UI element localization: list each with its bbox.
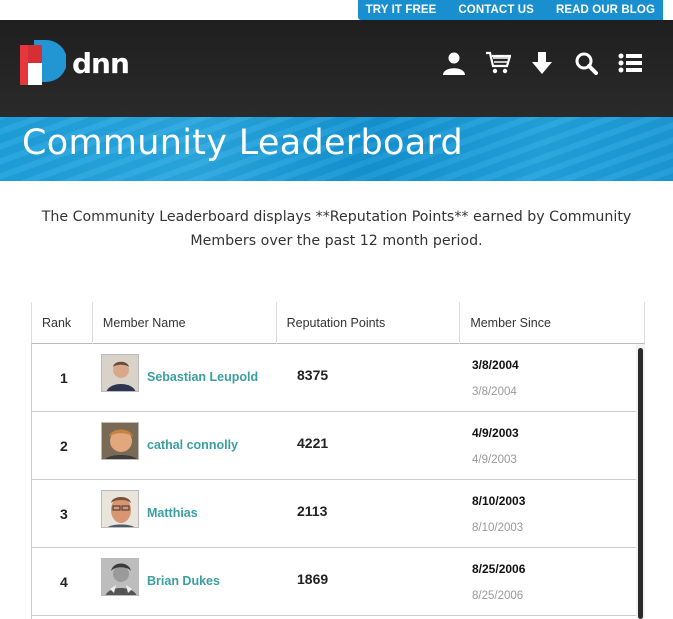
member-since-value: 3/8/2004 — [472, 358, 519, 372]
member-name-link[interactable]: Brian Dukes — [147, 574, 220, 588]
table-row: 4 Brian Dukes 1869 8/25/2006 8/25/2006 — [32, 548, 636, 616]
avatar[interactable] — [101, 558, 139, 596]
utility-nav: TRY IT FREE CONTACT US READ OUR BLOG — [357, 0, 663, 20]
avatar[interactable] — [101, 490, 139, 528]
member-since-subtext: 8/10/2003 — [472, 522, 524, 534]
member-since-subtext: 8/25/2006 — [472, 590, 524, 602]
member-since-subtext: 4/9/2003 — [472, 454, 517, 466]
reputation-points-value: 8375 — [297, 367, 329, 383]
rank-value: 3 — [60, 506, 68, 522]
contact-us-link[interactable]: CONTACT US — [458, 4, 534, 16]
download-icon[interactable] — [529, 50, 555, 76]
rank-value: 2 — [60, 438, 68, 454]
member-since-value: 4/9/2003 — [472, 426, 519, 440]
column-header-member-since[interactable]: Member Since — [460, 302, 644, 344]
list-menu-icon[interactable] — [617, 50, 643, 76]
dnn-logo[interactable]: dnn — [20, 40, 130, 87]
reputation-points-value: 2113 — [297, 503, 328, 519]
logo-text: dnn — [72, 47, 130, 80]
rank-value: 1 — [60, 370, 68, 386]
rank-value: 4 — [60, 574, 68, 590]
dnn-logo-icon — [20, 40, 67, 87]
leaderboard-table: Rank Member Name Reputation Points Membe… — [31, 302, 645, 619]
column-header-reputation-points[interactable]: Reputation Points — [277, 302, 461, 344]
avatar[interactable] — [101, 354, 139, 392]
search-icon[interactable] — [573, 50, 599, 76]
page-title: Community Leaderboard — [22, 123, 464, 163]
column-header-rank[interactable]: Rank — [32, 302, 93, 344]
intro-text: The Community Leaderboard displays **Rep… — [41, 209, 632, 249]
column-header-member-name[interactable]: Member Name — [93, 302, 277, 344]
member-name-link[interactable]: Matthias — [147, 506, 198, 520]
table-row: 1 Sebastian Leupold 8375 3/8/2004 3/8/20… — [32, 344, 636, 412]
try-it-free-link[interactable]: TRY IT FREE — [366, 4, 437, 16]
table-header: Rank Member Name Reputation Points Membe… — [31, 302, 645, 344]
site-header: dnn — [0, 20, 673, 117]
avatar[interactable] — [101, 422, 139, 460]
scrollbar-thumb[interactable] — [638, 348, 643, 619]
page-banner: Community Leaderboard — [0, 117, 673, 181]
read-our-blog-link[interactable]: READ OUR BLOG — [556, 4, 655, 16]
cart-icon[interactable] — [485, 50, 511, 76]
member-since-value: 8/10/2003 — [472, 494, 526, 508]
utility-bar: TRY IT FREE CONTACT US READ OUR BLOG — [0, 0, 673, 20]
reputation-points-value: 1869 — [297, 571, 329, 587]
user-icon[interactable] — [441, 50, 467, 76]
table-scrollbar[interactable] — [636, 344, 645, 619]
member-since-value: 8/25/2006 — [472, 562, 526, 576]
table-row: 2 cathal connolly 4221 4/9/2003 4/9/2003 — [32, 412, 636, 480]
member-since-subtext: 3/8/2004 — [472, 386, 517, 398]
member-name-link[interactable]: cathal connolly — [147, 438, 238, 452]
member-name-link[interactable]: Sebastian Leupold — [147, 370, 258, 384]
reputation-points-value: 4221 — [297, 435, 329, 451]
table-row: 3 Matthias 2113 8/10/2003 8/10/2003 — [32, 480, 636, 548]
header-icons — [441, 50, 643, 76]
table-body: 1 Sebastian Leupold 8375 3/8/2004 3/8/20… — [31, 344, 636, 619]
